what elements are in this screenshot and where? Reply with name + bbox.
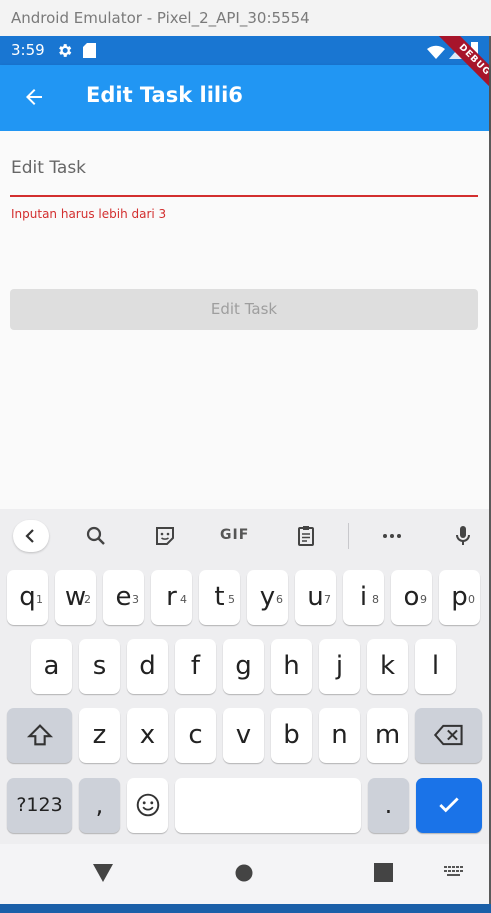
period-key[interactable]: .: [368, 778, 409, 833]
key-x[interactable]: x: [127, 708, 168, 763]
key-c[interactable]: c: [175, 708, 216, 763]
backspace-key[interactable]: [415, 708, 482, 763]
recents-square-icon[interactable]: [374, 863, 393, 882]
clipboard-icon[interactable]: [294, 524, 318, 548]
key-hint: 1: [36, 593, 43, 606]
home-circle-icon[interactable]: [234, 863, 254, 883]
key-b[interactable]: b: [271, 708, 312, 763]
key-char: y: [259, 582, 276, 612]
emoji-key[interactable]: [127, 778, 168, 833]
key-l[interactable]: l: [415, 639, 456, 694]
key-char: w: [64, 582, 87, 612]
back-arrow-icon[interactable]: [22, 85, 46, 109]
emulator-title: Android Emulator - Pixel_2_API_30:5554: [0, 0, 491, 36]
back-triangle-icon[interactable]: [92, 863, 114, 883]
key-w[interactable]: 2w: [55, 570, 96, 625]
shift-key[interactable]: [7, 708, 72, 763]
key-hint: 8: [372, 593, 379, 606]
key-r[interactable]: 4r: [151, 570, 192, 625]
key-g[interactable]: g: [223, 639, 264, 694]
key-f[interactable]: f: [175, 639, 216, 694]
task-field-underline[interactable]: [10, 195, 478, 197]
key-hint: 4: [180, 593, 187, 606]
task-field-label[interactable]: Edit Task: [11, 158, 86, 178]
soft-keyboard: GIF 1q2w3e4r5t6y7u8i9o0p asdfghjkl zxcvb…: [0, 509, 489, 844]
keyboard-collapse-button[interactable]: [13, 520, 49, 552]
comma-key[interactable]: ,: [79, 778, 120, 833]
symbols-key[interactable]: ?123: [7, 778, 72, 833]
key-char: q: [19, 582, 36, 612]
search-icon[interactable]: [84, 524, 108, 548]
space-key[interactable]: [175, 778, 361, 833]
key-char: i: [359, 582, 368, 612]
checkmark-icon: [439, 797, 459, 813]
chevron-left-icon: [25, 529, 34, 543]
key-hint: 7: [324, 593, 331, 606]
key-a[interactable]: a: [31, 639, 72, 694]
window-bottom-edge: [0, 904, 491, 913]
key-char: e: [115, 582, 132, 612]
sd-card-icon: [83, 43, 96, 58]
key-char: u: [307, 582, 324, 612]
page-title: Edit Task lili6: [86, 83, 243, 107]
key-p[interactable]: 0p: [439, 570, 480, 625]
system-nav-bar: [0, 844, 489, 904]
key-char: o: [403, 582, 420, 612]
key-k[interactable]: k: [367, 639, 408, 694]
key-u[interactable]: 7u: [295, 570, 336, 625]
edit-task-form: Edit Task Inputan harus lebih dari 3 Edi…: [0, 131, 489, 509]
key-hint: 3: [132, 593, 139, 606]
key-o[interactable]: 9o: [391, 570, 432, 625]
key-hint: 2: [84, 593, 91, 606]
key-e[interactable]: 3e: [103, 570, 144, 625]
key-y[interactable]: 6y: [247, 570, 288, 625]
key-z[interactable]: z: [79, 708, 120, 763]
key-hint: 0: [468, 593, 475, 606]
key-j[interactable]: j: [319, 639, 360, 694]
key-char: p: [451, 582, 468, 612]
key-s[interactable]: s: [79, 639, 120, 694]
key-char: t: [214, 582, 225, 612]
emulator-frame: Android Emulator - Pixel_2_API_30:5554 3…: [0, 0, 491, 913]
debug-label: DEBUG: [429, 36, 489, 105]
enter-key[interactable]: [416, 778, 482, 833]
debug-banner: DEBUG: [409, 36, 489, 116]
edit-task-button[interactable]: Edit Task: [10, 289, 478, 330]
key-i[interactable]: 8i: [343, 570, 384, 625]
keyboard-switch-icon[interactable]: [444, 866, 464, 880]
key-m[interactable]: m: [367, 708, 408, 763]
key-char: r: [166, 582, 177, 612]
shift-icon: [26, 724, 53, 746]
key-v[interactable]: v: [223, 708, 264, 763]
microphone-icon[interactable]: [451, 524, 475, 548]
key-q[interactable]: 1q: [7, 570, 48, 625]
task-field-error: Inputan harus lebih dari 3: [11, 207, 167, 221]
emoji-icon: [136, 793, 159, 817]
more-options-icon[interactable]: [380, 524, 404, 548]
key-t[interactable]: 5t: [199, 570, 240, 625]
keyboard-toolbar: GIF: [0, 509, 489, 564]
key-hint: 5: [228, 593, 235, 606]
toolbar-divider: [348, 523, 349, 549]
key-hint: 6: [276, 593, 283, 606]
sticker-icon[interactable]: [153, 524, 177, 548]
key-n[interactable]: n: [319, 708, 360, 763]
backspace-icon: [433, 724, 463, 746]
key-h[interactable]: h: [271, 639, 312, 694]
gif-button[interactable]: GIF: [220, 527, 249, 543]
key-hint: 9: [420, 593, 427, 606]
status-time: 3:59: [11, 41, 45, 59]
key-d[interactable]: d: [127, 639, 168, 694]
settings-gear-icon: [59, 44, 72, 57]
